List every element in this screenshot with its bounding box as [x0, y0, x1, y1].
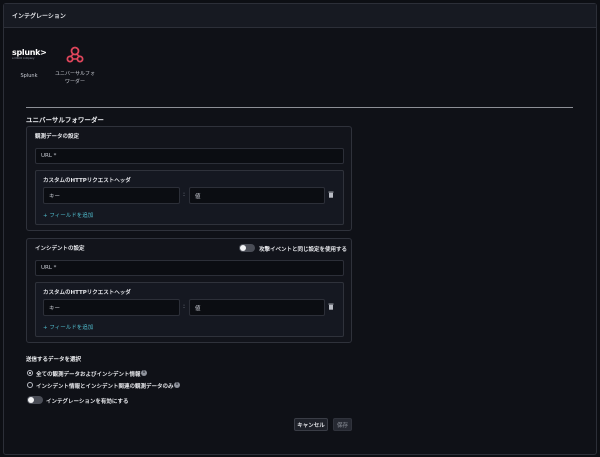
- section-divider: [26, 107, 573, 108]
- universal-forwarder-icon[interactable]: [64, 44, 86, 66]
- incident-url-input[interactable]: URL *: [35, 260, 344, 276]
- key-value-separator: :: [183, 303, 186, 310]
- enable-integration-label: インテグレーションを有効にする: [46, 399, 129, 405]
- trash-icon[interactable]: [328, 303, 334, 310]
- observation-title: 観測データの設定: [35, 134, 80, 140]
- same-settings-label: 攻撃イベントと同じ設定を使用する: [259, 247, 348, 253]
- observation-header-key-input[interactable]: キー: [43, 187, 180, 204]
- splunk-logo[interactable]: splunk> a CISCO company: [12, 48, 47, 63]
- section-title: ユニバーサルフォワーダー: [26, 116, 104, 124]
- enable-integration-toggle[interactable]: [27, 396, 43, 404]
- trash-icon[interactable]: [328, 191, 334, 198]
- integration-label-splunk[interactable]: Splunk: [15, 73, 43, 79]
- incident-title: インシデントの設定: [35, 246, 85, 252]
- same-settings-toggle[interactable]: [239, 244, 255, 252]
- radio-all-data-label[interactable]: 全ての観測データおよびインシデント情報: [36, 370, 141, 378]
- observation-url-input[interactable]: URL *: [35, 148, 344, 164]
- splunk-logo-word: splunk>: [12, 48, 47, 57]
- incident-header-key-input[interactable]: キー: [43, 299, 180, 316]
- observation-add-field-link[interactable]: + フィールドを追加: [43, 211, 93, 219]
- splunk-logo-sub: a CISCO company: [12, 57, 35, 60]
- key-value-separator: :: [183, 191, 186, 198]
- radio-incident-only-label[interactable]: インシデント情報とインシデント関連の観測データのみ: [36, 382, 174, 390]
- incident-add-field-link[interactable]: + フィールドを追加: [43, 323, 93, 331]
- save-button[interactable]: 保存: [333, 418, 352, 431]
- radio-incident-only[interactable]: [27, 382, 33, 388]
- observation-headers-title: カスタムのHTTPリクエストヘッダ: [43, 178, 131, 184]
- data-select-title: 送信するデータを選択: [26, 357, 82, 363]
- info-icon[interactable]: i: [174, 382, 180, 388]
- incident-header-value-input[interactable]: 値: [189, 299, 325, 316]
- cancel-button[interactable]: キャンセル: [294, 418, 328, 431]
- window-title: インテグレーション: [4, 4, 596, 28]
- observation-header-value-input[interactable]: 値: [189, 187, 325, 204]
- incident-headers-title: カスタムのHTTPリクエストヘッダ: [43, 290, 131, 296]
- info-icon[interactable]: i: [141, 370, 147, 376]
- radio-all-data[interactable]: [27, 370, 33, 376]
- integration-label-universal-forwarder[interactable]: ユニバーサルフォワーダー: [54, 70, 96, 86]
